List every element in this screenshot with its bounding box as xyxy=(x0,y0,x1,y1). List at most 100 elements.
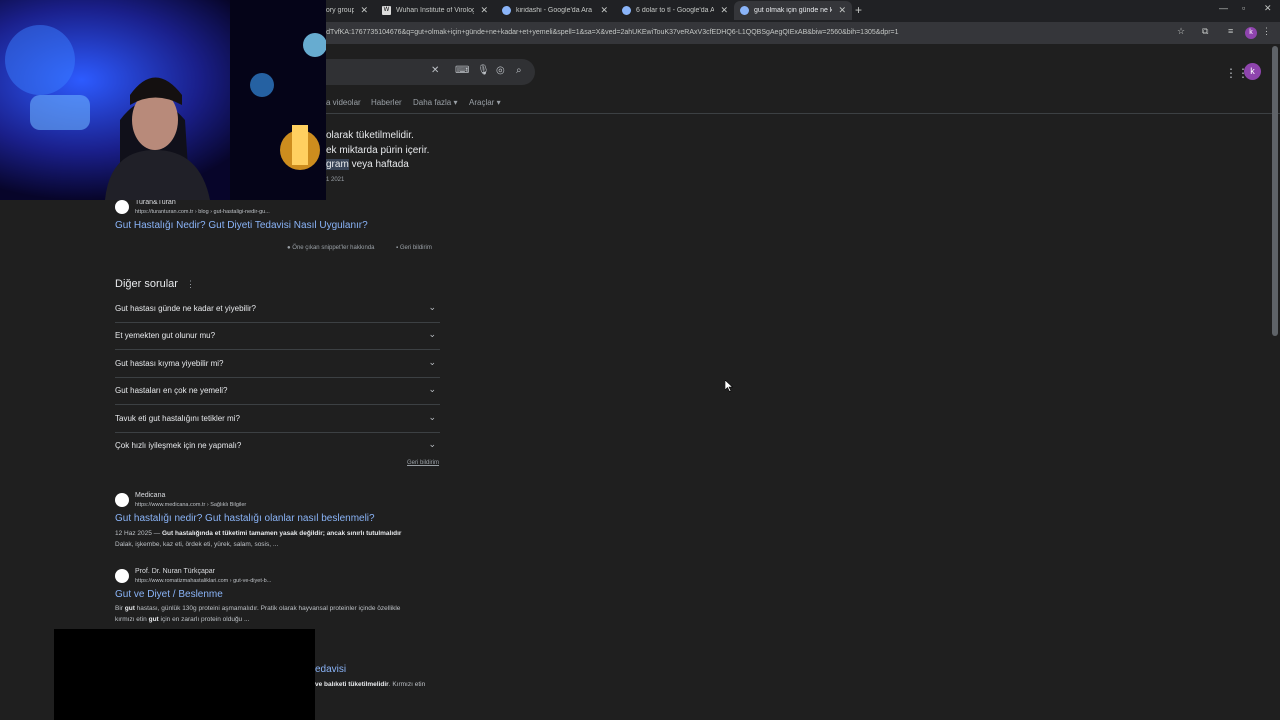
chevron-down-icon: ⌄ xyxy=(428,439,436,449)
tab-title: eory group xyxy=(322,7,355,14)
snippet-date: 1 2021 xyxy=(326,177,345,183)
chevron-down-icon: ⌄ xyxy=(428,357,436,367)
result-date: 12 Haz 2025 — xyxy=(115,530,161,537)
nav-tab-tools-label: Araçlar xyxy=(469,98,495,107)
about-snippets-label: Öne çıkan snippet'ler hakkında xyxy=(292,245,375,251)
google-icon xyxy=(622,6,631,15)
nav-tab-tools[interactable]: Araçlar ▾ xyxy=(469,98,501,107)
site-favicon xyxy=(115,200,129,214)
result-desc-bold: Gut hastalığında et tüketimi tamamen yas… xyxy=(161,530,402,537)
desc-text: . Kırmızı etin xyxy=(388,681,426,688)
nav-tab-more[interactable]: Daha fazla ▾ xyxy=(413,98,458,107)
paa-question[interactable]: Gut hastası günde ne kadar et yiyebilir?… xyxy=(115,296,440,323)
result-site-name: Prof. Dr. Nuran Türkçapar xyxy=(135,568,216,575)
result-url[interactable]: https://turanturan.com.tr › blog › gut-h… xyxy=(135,209,270,215)
minimize-icon[interactable]: — xyxy=(1219,3,1228,13)
site-favicon xyxy=(115,493,129,507)
media-icon[interactable]: ≡ xyxy=(1228,26,1233,36)
desc-bold: gut xyxy=(124,605,135,612)
address-bar[interactable]: Z-3p6andTvfKA:1767735104676&q=gut+olmak+… xyxy=(300,25,1200,41)
paa-feedback-link[interactable]: Geri bildirim xyxy=(407,460,439,466)
paa-question-text: Gut hastaları en çok ne yemeli? xyxy=(115,386,228,395)
paa-question[interactable]: Gut hastaları en çok ne yemeli? ⌄ xyxy=(115,378,440,405)
feedback-link[interactable]: ▪ Geri bildirim xyxy=(396,245,432,251)
chevron-down-icon: ⌄ xyxy=(428,302,436,312)
tab-wuhan[interactable]: W Wuhan Institute of Virology - Wi ✕ xyxy=(376,1,494,20)
chevron-down-icon: ⌄ xyxy=(428,384,436,394)
lens-icon[interactable]: ◎ xyxy=(496,65,505,76)
feedback-label: Geri bildirim xyxy=(399,245,432,251)
result-url[interactable]: https://www.medicana.com.tr › Sağlıklı B… xyxy=(135,502,246,508)
about-snippets-link[interactable]: ● Öne çıkan snippet'ler hakkında xyxy=(287,245,375,251)
site-favicon xyxy=(115,569,129,583)
result-description: Bir gut hastası, günlük 130g proteini aş… xyxy=(115,605,400,612)
result-url[interactable]: https://www.romatizmahastaliklari.com › … xyxy=(135,578,271,584)
desc-bold: gut xyxy=(148,616,159,623)
tab-title: 6 dolar to tl - Google'da Ara xyxy=(636,7,715,14)
help-icon: ● xyxy=(287,245,291,251)
snippet-line: olarak tüketilmelidir. xyxy=(326,130,414,141)
new-tab-button[interactable]: + xyxy=(855,3,862,17)
microphone-icon[interactable]: 🎙 xyxy=(477,65,490,76)
paa-question-text: Gut hastası kıyma yiyebilir mi? xyxy=(115,359,224,368)
paa-question[interactable]: Çok hızlı iyileşmek için ne yapmalı? ⌄ xyxy=(115,433,440,460)
close-icon[interactable]: ✕ xyxy=(720,5,728,16)
desc-text: hastası, günlük 130g proteini aşmamalıdı… xyxy=(134,605,401,612)
page-scrollbar[interactable] xyxy=(1272,46,1278,336)
extensions-icon[interactable]: ⧉ xyxy=(1202,26,1208,37)
paa-question-text: Et yemekten gut olunur mu? xyxy=(115,331,216,340)
result-site-name: Turan&Turan xyxy=(135,199,176,206)
tab-kiridashi[interactable]: kiridashi - Google'da Ara ✕ xyxy=(496,1,614,20)
snippet-text: veya haftada xyxy=(348,159,409,170)
nav-tab-more-label: Daha fazla xyxy=(413,98,452,107)
result-site-name: Medicana xyxy=(135,492,166,499)
tab-title: kiridashi - Google'da Ara xyxy=(516,7,593,14)
bookmark-star-icon[interactable]: ☆ xyxy=(1177,26,1185,37)
close-icon[interactable]: ✕ xyxy=(838,5,846,16)
google-account-avatar[interactable]: k xyxy=(1244,63,1261,80)
mouse-cursor-icon xyxy=(725,380,733,392)
result-title-link[interactable]: Gut Hastalığı Nedir? Gut Diyeti Tedavisi… xyxy=(115,220,368,231)
more-options-icon[interactable]: ⋮ xyxy=(186,279,195,290)
wikipedia-icon: W xyxy=(382,6,391,15)
result-title-link[interactable]: edavisi xyxy=(315,664,346,675)
keyboard-icon[interactable]: ⌨ xyxy=(455,65,469,76)
result-description: Dalak, işkembe, kaz eti, ördek eti, yüre… xyxy=(115,541,279,548)
search-icon[interactable]: ⌕ xyxy=(516,65,522,76)
result-title-link[interactable]: Gut hastalığı nedir? Gut hastalığı olanl… xyxy=(115,513,375,524)
result-title-link[interactable]: Gut ve Diyet / Beslenme xyxy=(115,589,223,600)
tab-dolar[interactable]: 6 dolar to tl - Google'da Ara ✕ xyxy=(616,1,734,20)
nav-tab-videos[interactable]: a videolar xyxy=(326,98,361,107)
chevron-down-icon: ⌄ xyxy=(428,412,436,422)
result-description: kırmızı etin gut için en zararlı protein… xyxy=(115,616,249,623)
paa-question[interactable]: Gut hastası kıyma yiyebilir mi? ⌄ xyxy=(115,351,440,378)
webcam-overlay xyxy=(0,0,326,200)
desc-bold: ve balıketi tüketilmelidir xyxy=(315,681,389,688)
menu-icon[interactable]: ⋮ xyxy=(1262,26,1271,37)
snippet-line: gram veya haftada xyxy=(326,159,409,170)
close-icon[interactable]: ✕ xyxy=(360,5,368,16)
screen: eory group ✕ W Wuhan Institute of Virolo… xyxy=(0,0,1280,720)
close-window-icon[interactable]: ✕ xyxy=(1264,3,1272,14)
black-overlay xyxy=(54,629,315,720)
people-also-ask-title: Diğer sorular xyxy=(115,278,178,290)
caret-down-icon: ▾ xyxy=(453,98,458,107)
paa-question[interactable]: Tavuk eti gut hastalığını tetikler mi? ⌄ xyxy=(115,406,440,433)
google-icon xyxy=(740,6,749,15)
snippet-line: ek miktarda pürin içerir. xyxy=(326,145,430,156)
paa-question-text: Çok hızlı iyileşmek için ne yapmalı? xyxy=(115,441,242,450)
nav-tab-news[interactable]: Haberler xyxy=(371,98,402,107)
restore-icon[interactable]: ▫ xyxy=(1242,3,1245,13)
clear-icon[interactable]: ✕ xyxy=(431,65,439,76)
result-description: 12 Haz 2025 — Gut hastalığında et tüketi… xyxy=(115,530,401,537)
result-description: ve balıketi tüketilmelidir. Kırmızı etin xyxy=(315,681,425,688)
tab-gut-active[interactable]: gut olmak için günde ne kadar ✕ xyxy=(734,1,852,20)
profile-avatar[interactable]: k xyxy=(1245,27,1257,39)
paa-question-text: Gut hastası günde ne kadar et yiyebilir? xyxy=(115,304,256,313)
desc-text: için en zararlı protein olduğu ... xyxy=(158,616,250,623)
paa-question-text: Tavuk eti gut hastalığını tetikler mi? xyxy=(115,414,240,423)
tab-title: Wuhan Institute of Virology - Wi xyxy=(396,7,475,14)
close-icon[interactable]: ✕ xyxy=(600,5,608,16)
paa-question[interactable]: Et yemekten gut olunur mu? ⌄ xyxy=(115,323,440,350)
close-icon[interactable]: ✕ xyxy=(480,5,488,16)
